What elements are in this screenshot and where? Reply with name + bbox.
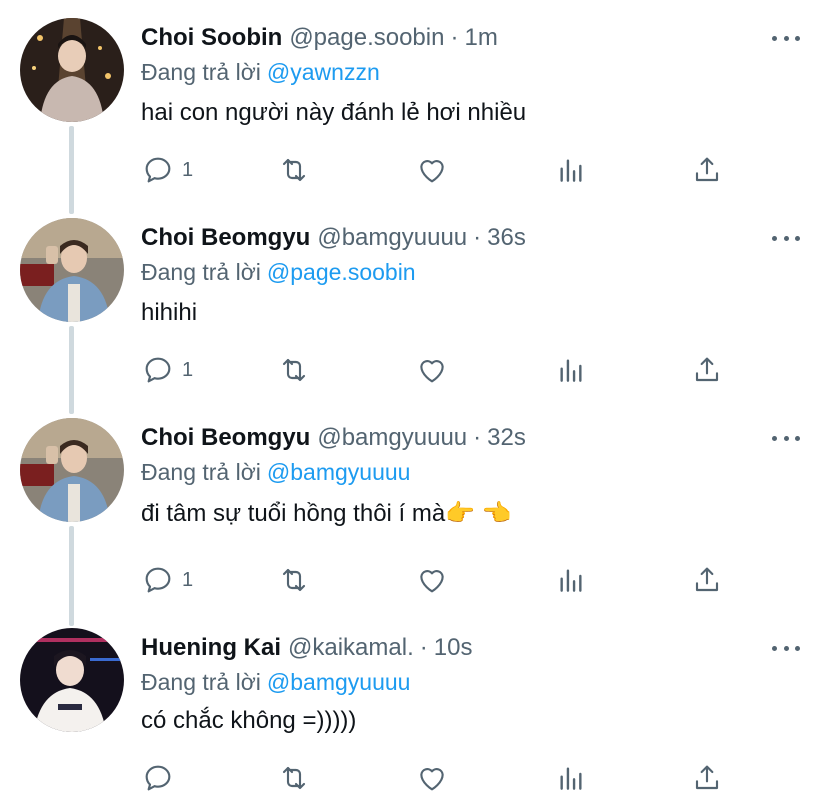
more-options-icon[interactable]: [772, 638, 800, 658]
tweet-text: đi tâm sự tuổi hồng thôi í mà👉 👈: [141, 499, 512, 527]
analytics-icon: [560, 569, 582, 592]
replying-to: Đang trả lời @bamgyuuuu: [141, 666, 410, 698]
user-handle[interactable]: @bamgyuuuu: [317, 224, 467, 252]
share-button[interactable]: [691, 558, 723, 602]
mention-link[interactable]: @yawnzzn: [267, 59, 380, 86]
analytics-button[interactable]: [555, 348, 587, 392]
timestamp[interactable]: 36s: [487, 224, 526, 252]
separator-dot: ·: [450, 24, 459, 51]
replying-to: Đang trả lời @yawnzzn: [141, 56, 380, 88]
reply-count: 1: [182, 158, 194, 181]
tweet[interactable]: Choi Beomgyu @bamgyuuuu · 32s Đang trả l…: [0, 400, 828, 600]
replying-to-label: Đang trả lời: [141, 458, 261, 485]
share-button[interactable]: [691, 756, 723, 800]
retweet-icon: [282, 358, 306, 382]
retweet-icon: [282, 766, 306, 790]
like-button[interactable]: [416, 348, 448, 392]
reply-button[interactable]: 1: [142, 348, 193, 392]
avatar[interactable]: [20, 18, 124, 122]
reply-icon: [145, 765, 171, 791]
reply-button[interactable]: [142, 756, 182, 800]
share-icon: [695, 567, 719, 592]
reply-count: 1: [182, 568, 194, 591]
display-name[interactable]: Choi Beomgyu: [141, 224, 310, 252]
analytics-icon: [560, 767, 582, 790]
like-icon: [420, 160, 444, 183]
display-name[interactable]: Choi Beomgyu: [141, 424, 310, 452]
action-bar: 1: [0, 558, 828, 602]
mention-link[interactable]: @page.soobin: [267, 259, 416, 286]
replying-to-label: Đang trả lời: [141, 258, 261, 285]
user-handle[interactable]: @page.soobin: [289, 24, 444, 52]
retweet-button[interactable]: [278, 756, 310, 800]
display-name[interactable]: Choi Soobin: [141, 24, 282, 52]
tweet[interactable]: Choi Beomgyu @bamgyuuuu · 36s Đang trả l…: [0, 200, 828, 400]
reply-icon: [145, 567, 171, 593]
replying-to: Đang trả lời @page.soobin: [141, 256, 416, 288]
avatar[interactable]: [20, 418, 124, 522]
retweet-button[interactable]: [278, 558, 310, 602]
analytics-icon: [560, 159, 582, 182]
action-bar: [0, 756, 828, 800]
retweet-button[interactable]: [278, 148, 310, 192]
like-button[interactable]: [416, 558, 448, 602]
analytics-button[interactable]: [555, 756, 587, 800]
like-icon: [420, 570, 444, 593]
replying-to-label: Đang trả lời: [141, 58, 261, 85]
more-options-icon[interactable]: [772, 28, 800, 48]
share-icon: [695, 765, 719, 790]
timestamp[interactable]: 1m: [464, 24, 497, 52]
avatar[interactable]: [20, 628, 124, 732]
separator-dot: ·: [473, 224, 482, 251]
reply-button[interactable]: 1: [142, 558, 193, 602]
analytics-button[interactable]: [555, 148, 587, 192]
mention-link[interactable]: @bamgyuuuu: [267, 459, 411, 486]
replying-to-label: Đang trả lời: [141, 668, 261, 695]
tweet[interactable]: Huening Kai @kaikamal. · 10s Đang trả lờ…: [0, 610, 828, 804]
timestamp[interactable]: 10s: [434, 634, 473, 662]
mention-link[interactable]: @bamgyuuuu: [267, 669, 411, 696]
user-handle[interactable]: @kaikamal.: [288, 634, 414, 662]
avatar[interactable]: [20, 218, 124, 322]
retweet-icon: [282, 568, 306, 592]
like-icon: [420, 768, 444, 791]
action-bar: 1: [0, 348, 828, 392]
analytics-icon: [560, 359, 582, 382]
more-options-icon[interactable]: [772, 428, 800, 448]
share-button[interactable]: [691, 348, 723, 392]
replying-to: Đang trả lời @bamgyuuuu: [141, 456, 410, 488]
display-name[interactable]: Huening Kai: [141, 634, 281, 662]
like-button[interactable]: [416, 148, 448, 192]
tweet[interactable]: Choi Soobin @page.soobin · 1m Đang trả l…: [0, 0, 828, 200]
tweet-text: có chắc không =))))): [141, 707, 357, 734]
reply-button[interactable]: 1: [142, 148, 193, 192]
like-button[interactable]: [416, 756, 448, 800]
separator-dot: ·: [473, 424, 482, 451]
share-icon: [695, 157, 719, 182]
tweet-text: hai con người này đánh lẻ hơi nhiều: [141, 99, 527, 126]
retweet-icon: [282, 158, 306, 182]
action-bar: 1: [0, 148, 828, 192]
analytics-button[interactable]: [555, 558, 587, 602]
separator-dot: ·: [419, 634, 428, 661]
reply-icon: [145, 157, 171, 183]
retweet-button[interactable]: [278, 348, 310, 392]
more-options-icon[interactable]: [772, 228, 800, 248]
like-icon: [420, 360, 444, 383]
user-handle[interactable]: @bamgyuuuu: [317, 424, 467, 452]
timestamp[interactable]: 32s: [487, 424, 526, 452]
share-icon: [695, 357, 719, 382]
tweet-text: hihihi: [141, 299, 198, 326]
share-button[interactable]: [691, 148, 723, 192]
reply-icon: [145, 357, 171, 383]
reply-count: 1: [182, 358, 194, 381]
